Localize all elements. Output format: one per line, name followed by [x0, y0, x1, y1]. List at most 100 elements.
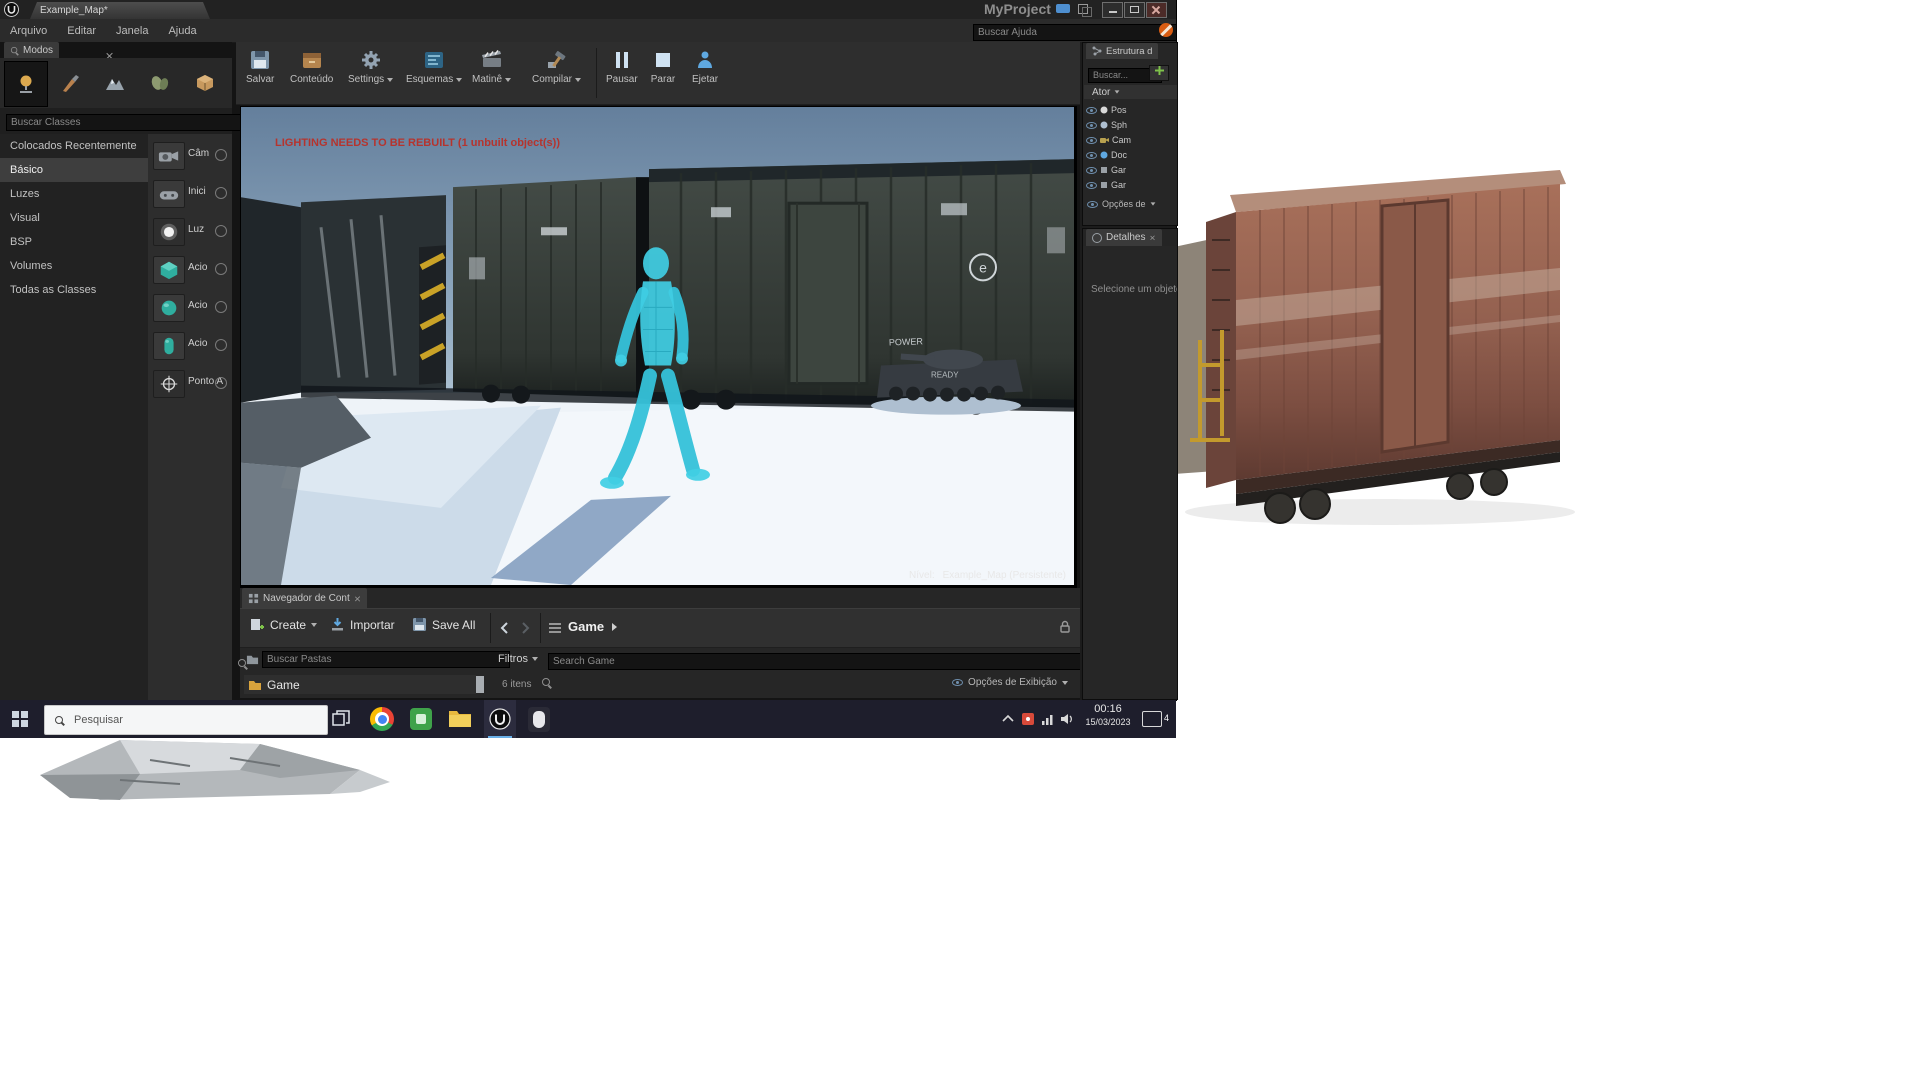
maximize-button[interactable]	[1124, 2, 1145, 18]
filters-button[interactable]: Filtros	[498, 651, 538, 667]
menu-arquivo[interactable]: Arquivo	[0, 22, 57, 40]
chevron-down-icon	[505, 77, 512, 82]
visibility-eye-icon[interactable]	[1086, 166, 1097, 175]
menu-janela[interactable]: Janela	[106, 22, 158, 40]
import-button[interactable]: Importar	[330, 617, 395, 632]
network-icon[interactable]	[1042, 713, 1055, 725]
save-all-button[interactable]: Save All	[412, 617, 475, 632]
content-browser-button[interactable]: Conteúdo	[290, 47, 333, 85]
category-recent[interactable]: Colocados Recentemente	[0, 134, 148, 158]
category-visual[interactable]: Visual	[0, 206, 148, 230]
visibility-eye-icon[interactable]	[1086, 121, 1097, 130]
eject-button[interactable]: Ejetar	[692, 47, 718, 85]
category-bsp[interactable]: BSP	[0, 230, 148, 254]
level-tab[interactable]: Example_Map*	[30, 2, 210, 19]
unreal-app-tile[interactable]	[484, 700, 516, 738]
outliner-row[interactable]: Gar	[1083, 178, 1177, 192]
folder-search-input[interactable]	[262, 651, 510, 668]
folder-row-game[interactable]: Game	[244, 675, 476, 694]
status-orange-icon[interactable]	[1159, 23, 1173, 37]
outliner-row[interactable]: Cam	[1083, 133, 1177, 147]
category-volumes[interactable]: Volumes	[0, 254, 148, 278]
class-search-input[interactable]	[6, 114, 248, 131]
title-bar[interactable]: Example_Map* MyProject	[0, 0, 1176, 19]
help-ring-icon	[215, 339, 227, 351]
mode-landscape-button[interactable]	[94, 61, 136, 105]
settings-button[interactable]: Settings	[348, 47, 394, 85]
taskbar-clock[interactable]: 00:16 15/03/2023	[1080, 703, 1136, 727]
blueprints-button[interactable]: Esquemas	[406, 47, 463, 85]
build-button[interactable]: Compilar	[532, 47, 582, 85]
asset-search-input[interactable]	[548, 653, 1090, 670]
tab-close-icon[interactable]	[1151, 235, 1156, 240]
outliner-add-button[interactable]	[1149, 65, 1169, 81]
minimize-button[interactable]	[1102, 2, 1123, 18]
outliner-tab[interactable]: Estrutura d	[1086, 43, 1159, 59]
path-segment-game[interactable]: Game	[568, 619, 604, 634]
tab-close-icon[interactable]	[354, 595, 360, 601]
clock-date: 15/03/2023	[1085, 717, 1131, 727]
placeable-playerstart[interactable]: Inici	[148, 174, 232, 212]
taskbar-search[interactable]	[44, 705, 328, 735]
volume-icon[interactable]	[1060, 713, 1074, 725]
placeable-targetpoint[interactable]: Ponto A	[148, 364, 232, 402]
start-button[interactable]	[12, 711, 28, 727]
placeable-sphere-trigger[interactable]: Acio	[148, 288, 232, 326]
placeable-camera[interactable]: Câm	[148, 136, 232, 174]
actor-type-icon	[1100, 121, 1108, 129]
placeable-box-trigger[interactable]: Acio	[148, 250, 232, 288]
menu-editar[interactable]: Editar	[57, 22, 106, 40]
content-browser-tab[interactable]: Navegador de Cont	[242, 588, 367, 608]
mode-foliage-button[interactable]	[139, 61, 181, 105]
running-indicator	[488, 736, 512, 738]
lock-icon[interactable]	[1058, 620, 1072, 634]
feedback-icon[interactable]	[1056, 4, 1070, 13]
back-arrow-icon[interactable]	[498, 621, 512, 635]
folder-scrollbar[interactable]	[476, 676, 484, 693]
menu-ajuda[interactable]: Ajuda	[158, 22, 206, 40]
category-lights[interactable]: Luzes	[0, 182, 148, 206]
save-button[interactable]: Salvar	[246, 47, 274, 85]
outliner-row[interactable]: Doc	[1083, 148, 1177, 162]
visibility-eye-icon[interactable]	[1086, 151, 1097, 160]
help-ring-icon	[215, 263, 227, 275]
outliner-column-header[interactable]: Ator	[1084, 85, 1177, 99]
visibility-eye-icon[interactable]	[1086, 136, 1097, 145]
details-tab[interactable]: Detalhes	[1086, 229, 1163, 246]
taskbar-search-input[interactable]	[72, 713, 286, 727]
outliner-row[interactable]: Gar	[1083, 163, 1177, 177]
path-list-icon[interactable]	[548, 622, 562, 634]
tray-chevron-up-icon[interactable]	[1002, 714, 1014, 722]
category-basic[interactable]: Básico	[0, 158, 148, 182]
help-search-input[interactable]	[973, 24, 1177, 41]
pause-button[interactable]: Pausar	[606, 47, 638, 85]
file-explorer-icon[interactable]	[448, 709, 472, 728]
view-options-button[interactable]: Opções de Exibição	[952, 677, 1068, 688]
viewport[interactable]: e POWER READY LIGHTING NEEDS TO BE REBUI…	[240, 106, 1077, 588]
category-all-classes[interactable]: Todas as Classes	[0, 278, 148, 302]
forward-arrow-icon[interactable]	[518, 621, 532, 635]
chrome-icon[interactable]	[370, 707, 394, 731]
epic-launcher-icon[interactable]	[528, 707, 550, 732]
chevron-down-icon	[311, 622, 318, 627]
tray-app-icon[interactable]	[1022, 713, 1034, 725]
create-button[interactable]: Create	[250, 617, 318, 632]
mode-paint-button[interactable]	[49, 61, 91, 105]
close-button[interactable]	[1146, 2, 1167, 18]
notification-center-icon[interactable]: 4	[1142, 711, 1169, 727]
visibility-eye-icon[interactable]	[1086, 106, 1097, 115]
outliner-row[interactable]: Pos	[1083, 103, 1177, 117]
matinee-button[interactable]: Matinê	[472, 47, 512, 85]
path-chevron-icon[interactable]	[612, 623, 617, 631]
task-view-icon[interactable]	[332, 710, 350, 728]
mode-geometry-button[interactable]	[184, 61, 226, 105]
stop-button[interactable]: Parar	[650, 47, 676, 85]
outliner-row[interactable]: Sph	[1083, 118, 1177, 132]
visibility-eye-icon[interactable]	[1086, 181, 1097, 190]
modes-tab[interactable]: Modos	[4, 42, 60, 58]
placeable-capsule-trigger[interactable]: Acio	[148, 326, 232, 364]
outliner-view-options[interactable]: Opções de	[1087, 199, 1156, 209]
placeable-pointlight[interactable]: Luz	[148, 212, 232, 250]
green-app-icon[interactable]	[410, 708, 432, 730]
mode-place-button[interactable]	[4, 61, 48, 107]
